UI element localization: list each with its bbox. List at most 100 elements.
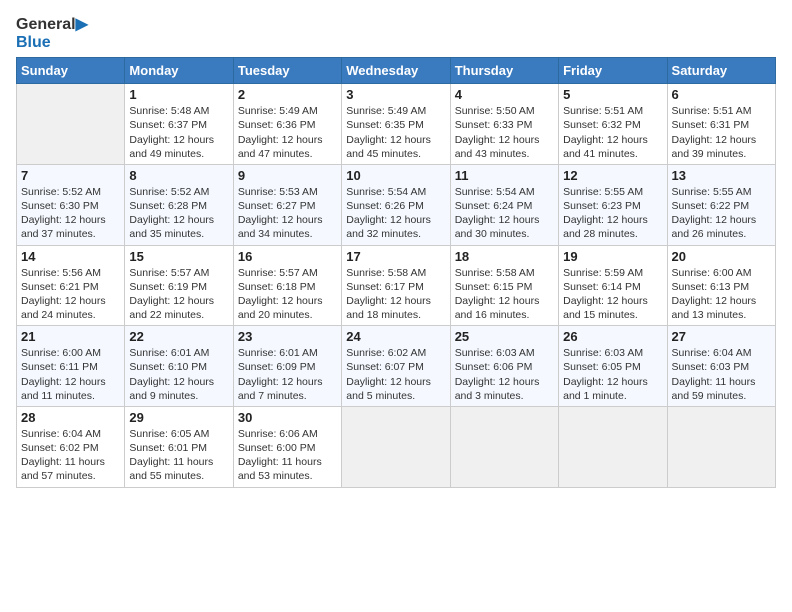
day-info: Sunrise: 5:54 AMSunset: 6:24 PMDaylight:… — [455, 185, 554, 242]
day-number: 17 — [346, 249, 445, 264]
calendar-cell: 15Sunrise: 5:57 AMSunset: 6:19 PMDayligh… — [125, 245, 233, 326]
day-info: Sunrise: 5:59 AMSunset: 6:14 PMDaylight:… — [563, 266, 662, 323]
day-number: 4 — [455, 87, 554, 102]
day-info: Sunrise: 6:02 AMSunset: 6:07 PMDaylight:… — [346, 346, 445, 403]
calendar-cell: 18 Sunrise: 5:58 AMSunset: 6:15 PMDayligh… — [450, 245, 558, 326]
day-info: Sunrise: 6:05 AMSunset: 6:01 PMDaylight:… — [129, 427, 228, 484]
calendar-cell: 8 Sunrise: 5:52 AMSunset: 6:28 PMDaylight… — [125, 164, 233, 245]
day-number: 1 — [129, 87, 228, 102]
calendar-cell: 21 Sunrise: 6:00 AMSunset: 6:11 PMDayligh… — [17, 326, 125, 407]
calendar-header: SundayMondayTuesdayWednesdayThursdayFrid… — [17, 58, 776, 84]
calendar-cell: 16 Sunrise: 5:57 AMSunset: 6:18 PMDayligh… — [233, 245, 341, 326]
day-number: 12 — [563, 168, 662, 183]
calendar-week-5: 28Sunrise: 6:04 AMSunset: 6:02 PMDayligh… — [17, 406, 776, 487]
day-info: Sunrise: 6:01 AMSunset: 6:10 PMDaylight:… — [129, 346, 228, 403]
day-number: 28 — [21, 410, 120, 425]
calendar-cell: 5 Sunrise: 5:51 AMSunset: 6:32 PMDaylight… — [559, 84, 667, 165]
calendar-cell — [17, 84, 125, 165]
page-header: General▶ Blue — [16, 16, 776, 51]
calendar-cell: 6 Sunrise: 5:51 AMSunset: 6:31 PMDaylight… — [667, 84, 775, 165]
calendar-table: SundayMondayTuesdayWednesdayThursdayFrid… — [16, 57, 776, 487]
calendar-cell: 30 Sunrise: 6:06 AMSunset: 6:00 PMDayligh… — [233, 406, 341, 487]
day-info: Sunrise: 5:58 AMSunset: 6:17 PMDaylight:… — [346, 266, 445, 323]
day-number: 29 — [129, 410, 228, 425]
calendar-cell — [667, 406, 775, 487]
calendar-cell: 12 Sunrise: 5:55 AMSunset: 6:23 PMDayligh… — [559, 164, 667, 245]
day-info: Sunrise: 5:48 AMSunset: 6:37 PMDaylight:… — [129, 104, 228, 161]
day-number: 20 — [672, 249, 771, 264]
logo: General▶ Blue — [16, 16, 88, 51]
day-number: 26 — [563, 329, 662, 344]
calendar-cell: 25Sunrise: 6:03 AMSunset: 6:06 PMDayligh… — [450, 326, 558, 407]
calendar-cell: 20Sunrise: 6:00 AMSunset: 6:13 PMDayligh… — [667, 245, 775, 326]
calendar-cell: 11Sunrise: 5:54 AMSunset: 6:24 PMDayligh… — [450, 164, 558, 245]
weekday-header-tuesday: Tuesday — [233, 58, 341, 84]
day-number: 21 — [21, 329, 120, 344]
calendar-cell: 2 Sunrise: 5:49 AMSunset: 6:36 PMDaylight… — [233, 84, 341, 165]
day-info: Sunrise: 5:51 AMSunset: 6:31 PMDaylight:… — [672, 104, 771, 161]
day-info: Sunrise: 6:06 AMSunset: 6:00 PMDaylight:… — [238, 427, 337, 484]
calendar-cell: 3 Sunrise: 5:49 AMSunset: 6:35 PMDaylight… — [342, 84, 450, 165]
day-info: Sunrise: 5:52 AMSunset: 6:30 PMDaylight:… — [21, 185, 120, 242]
weekday-header-wednesday: Wednesday — [342, 58, 450, 84]
calendar-cell: 19 Sunrise: 5:59 AMSunset: 6:14 PMDayligh… — [559, 245, 667, 326]
weekday-header-sunday: Sunday — [17, 58, 125, 84]
calendar-cell: 9 Sunrise: 5:53 AMSunset: 6:27 PMDaylight… — [233, 164, 341, 245]
day-info: Sunrise: 5:55 AMSunset: 6:23 PMDaylight:… — [563, 185, 662, 242]
day-number: 15 — [129, 249, 228, 264]
calendar-cell: 24 Sunrise: 6:02 AMSunset: 6:07 PMDayligh… — [342, 326, 450, 407]
day-number: 27 — [672, 329, 771, 344]
day-number: 13 — [672, 168, 771, 183]
day-number: 18 — [455, 249, 554, 264]
day-info: Sunrise: 6:03 AMSunset: 6:06 PMDaylight:… — [455, 346, 554, 403]
day-number: 24 — [346, 329, 445, 344]
day-number: 22 — [129, 329, 228, 344]
day-number: 2 — [238, 87, 337, 102]
weekday-header-monday: Monday — [125, 58, 233, 84]
day-number: 10 — [346, 168, 445, 183]
day-info: Sunrise: 5:54 AMSunset: 6:26 PMDaylight:… — [346, 185, 445, 242]
day-number: 8 — [129, 168, 228, 183]
day-number: 19 — [563, 249, 662, 264]
calendar-cell: 29 Sunrise: 6:05 AMSunset: 6:01 PMDayligh… — [125, 406, 233, 487]
calendar-cell: 27 Sunrise: 6:04 AMSunset: 6:03 PMDayligh… — [667, 326, 775, 407]
day-info: Sunrise: 6:00 AMSunset: 6:11 PMDaylight:… — [21, 346, 120, 403]
day-info: Sunrise: 6:01 AMSunset: 6:09 PMDaylight:… — [238, 346, 337, 403]
calendar-cell: 28Sunrise: 6:04 AMSunset: 6:02 PMDayligh… — [17, 406, 125, 487]
calendar-cell: 10 Sunrise: 5:54 AMSunset: 6:26 PMDayligh… — [342, 164, 450, 245]
day-number: 3 — [346, 87, 445, 102]
day-info: Sunrise: 5:52 AMSunset: 6:28 PMDaylight:… — [129, 185, 228, 242]
weekday-header-friday: Friday — [559, 58, 667, 84]
day-number: 30 — [238, 410, 337, 425]
calendar-cell: 13 Sunrise: 5:55 AMSunset: 6:22 PMDayligh… — [667, 164, 775, 245]
weekday-header-saturday: Saturday — [667, 58, 775, 84]
calendar-cell — [559, 406, 667, 487]
calendar-week-4: 21 Sunrise: 6:00 AMSunset: 6:11 PMDayligh… — [17, 326, 776, 407]
day-info: Sunrise: 5:50 AMSunset: 6:33 PMDaylight:… — [455, 104, 554, 161]
weekday-header-thursday: Thursday — [450, 58, 558, 84]
day-info: Sunrise: 5:55 AMSunset: 6:22 PMDaylight:… — [672, 185, 771, 242]
day-info: Sunrise: 6:04 AMSunset: 6:03 PMDaylight:… — [672, 346, 771, 403]
day-number: 9 — [238, 168, 337, 183]
day-number: 16 — [238, 249, 337, 264]
calendar-cell: 17 Sunrise: 5:58 AMSunset: 6:17 PMDayligh… — [342, 245, 450, 326]
day-info: Sunrise: 5:57 AMSunset: 6:18 PMDaylight:… — [238, 266, 337, 323]
calendar-cell: 7 Sunrise: 5:52 AMSunset: 6:30 PMDaylight… — [17, 164, 125, 245]
day-info: Sunrise: 5:53 AMSunset: 6:27 PMDaylight:… — [238, 185, 337, 242]
day-info: Sunrise: 5:49 AMSunset: 6:35 PMDaylight:… — [346, 104, 445, 161]
day-number: 6 — [672, 87, 771, 102]
calendar-week-2: 7 Sunrise: 5:52 AMSunset: 6:30 PMDaylight… — [17, 164, 776, 245]
day-info: Sunrise: 5:58 AMSunset: 6:15 PMDaylight:… — [455, 266, 554, 323]
day-info: Sunrise: 5:49 AMSunset: 6:36 PMDaylight:… — [238, 104, 337, 161]
calendar-cell: 23 Sunrise: 6:01 AMSunset: 6:09 PMDayligh… — [233, 326, 341, 407]
logo-text: General▶ Blue — [16, 16, 88, 51]
day-number: 23 — [238, 329, 337, 344]
calendar-cell: 14Sunrise: 5:56 AMSunset: 6:21 PMDayligh… — [17, 245, 125, 326]
day-number: 7 — [21, 168, 120, 183]
calendar-cell: 1 Sunrise: 5:48 AMSunset: 6:37 PMDaylight… — [125, 84, 233, 165]
calendar-cell: 26Sunrise: 6:03 AMSunset: 6:05 PMDayligh… — [559, 326, 667, 407]
day-info: Sunrise: 5:56 AMSunset: 6:21 PMDaylight:… — [21, 266, 120, 323]
day-info: Sunrise: 5:51 AMSunset: 6:32 PMDaylight:… — [563, 104, 662, 161]
calendar-week-3: 14Sunrise: 5:56 AMSunset: 6:21 PMDayligh… — [17, 245, 776, 326]
day-number: 5 — [563, 87, 662, 102]
